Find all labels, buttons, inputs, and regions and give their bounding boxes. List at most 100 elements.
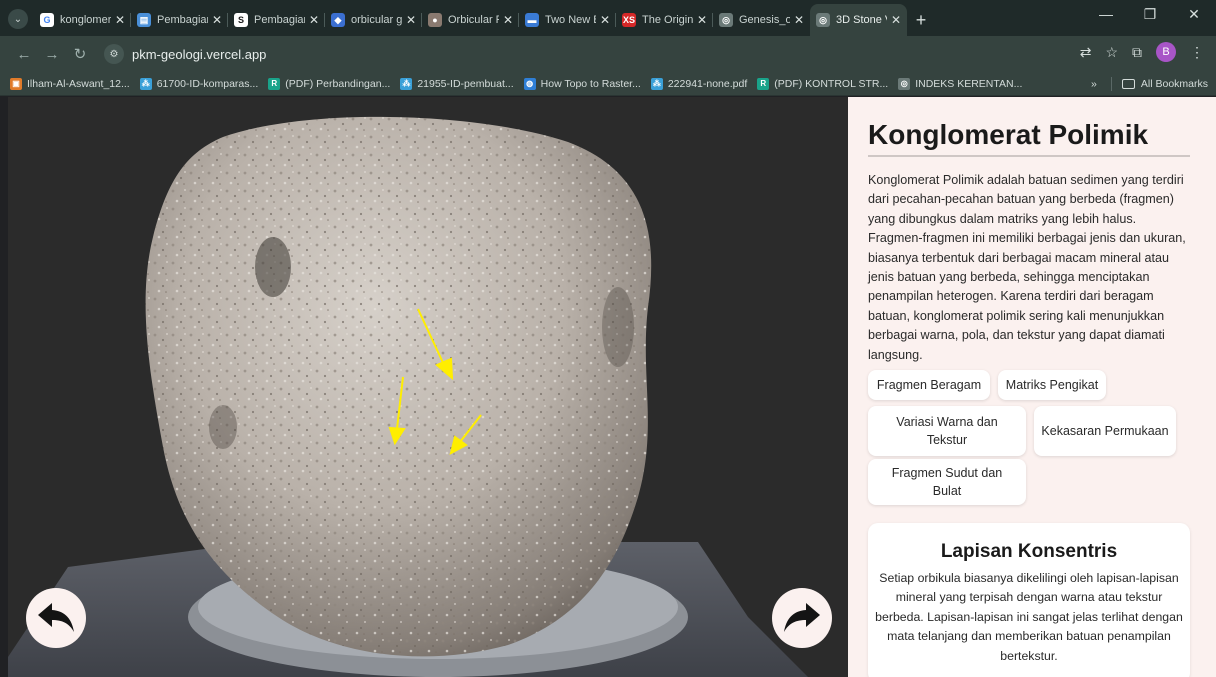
tab-favicon-icon: ▤ [137,13,151,27]
browser-tab[interactable]: Gkonglomerat ✕ [34,6,131,34]
tab-favicon-icon: XS [622,13,636,27]
tab-close-icon[interactable]: ✕ [891,13,901,27]
tab-close-icon[interactable]: ✕ [794,13,804,27]
tab-title: The Origin a [642,14,693,26]
tab-favicon-icon: ● [428,13,442,27]
tab-title: Pembagian K [254,14,305,26]
tab-close-icon[interactable]: ✕ [503,13,513,27]
tab-close-icon[interactable]: ✕ [406,13,416,27]
browser-tab[interactable]: XS The Origin a ✕ [616,6,713,34]
bookmark-item[interactable]: ▣ Ilham-Al-Aswant_12... [10,77,130,90]
browser-tab[interactable]: ▤ Pembagian K ✕ [131,6,228,34]
tab-close-icon[interactable]: ✕ [600,13,610,27]
tab-search-button[interactable]: ⌄ [8,9,28,29]
bookmark-label: Ilham-Al-Aswant_12... [27,77,130,90]
info-panel: Konglomerat Polimik Konglomerat Polimik … [848,97,1216,677]
tab-close-icon[interactable]: ✕ [697,13,707,27]
bookmarks-bar: ▣ Ilham-Al-Aswant_12... ⁂ 61700-ID-komparas… [0,72,1216,96]
close-window-button[interactable]: ✕ [1172,6,1216,23]
bookmark-label: INDEKS KERENTAN... [915,77,1023,90]
forward-icon[interactable]: → [38,46,66,63]
folder-icon [1121,79,1135,89]
bookmark-favicon-icon: ⁂ [139,77,152,90]
bookmark-label: 21955-ID-pembuat... [417,77,514,90]
new-tab-button[interactable]: + [907,6,935,34]
bookmark-favicon-icon: ⁂ [650,77,663,90]
tab-title: 3D Stone Vie [836,14,887,26]
browser-tab[interactable]: ◎ Genesis_of_o ✕ [713,6,810,34]
bookmark-label: How Topo to Raster... [540,77,641,90]
bookmark-label: (PDF) Perbandingan... [285,77,391,90]
chip-kekasaran-permukaan[interactable]: Kekasaran Permukaan [1034,406,1176,456]
bookmark-label: 61700-ID-komparas... [156,77,259,90]
tab-favicon-icon: ◎ [816,13,830,27]
divider [1110,77,1112,91]
browser-tab[interactable]: ▬ Two New Bo ✕ [519,6,616,34]
bookmark-favicon-icon: ◎ [898,77,911,90]
bookmark-favicon-icon: ◍ [523,77,536,90]
tab-title: Orbicular Ro [448,14,499,26]
title-divider [868,155,1190,157]
profile-avatar[interactable]: B [1156,42,1176,62]
browser-tab[interactable]: ◎ 3D Stone Vie ✕ [810,4,907,36]
redo-rotate-button[interactable] [772,588,832,648]
bookmark-favicon-icon: R [757,77,770,90]
menu-kebab-icon[interactable]: ⋮ [1190,44,1204,61]
browser-tab[interactable]: ◆ orbicular gra ✕ [325,6,422,34]
card-text: Setiap orbikula biasanya dikelilingi ole… [875,571,1183,663]
bookmark-item[interactable]: R (PDF) KONTROL STR... [757,77,888,90]
curved-arrow-left-icon [38,603,74,632]
browser-tab[interactable]: ● Orbicular Ro ✕ [422,6,519,34]
tab-list: Gkonglomerat✕▤Pembagian K✕SPembagian K✕◆… [34,4,935,36]
site-info-icon[interactable]: ⚙ [104,44,124,64]
tab-close-icon[interactable]: ✕ [115,13,125,27]
bookmark-item[interactable]: ◎ INDEKS KERENTAN... [898,77,1023,90]
tab-title: konglomerat [60,14,111,26]
tab-title: Genesis_of_o [739,14,790,26]
tab-favicon-icon: ▬ [525,13,539,27]
window-controls: — ❐ ✕ [1084,6,1216,23]
url-text[interactable]: pkm-geologi.vercel.app [132,47,266,62]
panel-title: Konglomerat Polimik [868,119,1149,150]
tab-favicon-icon: ◎ [719,13,733,27]
restore-button[interactable]: ❐ [1128,6,1172,23]
translate-icon[interactable]: ⇄ [1080,44,1092,61]
tab-close-icon[interactable]: ✕ [212,13,222,27]
bookmark-item[interactable]: ◍ How Topo to Raster... [523,77,641,90]
tab-close-icon[interactable]: ✕ [309,13,319,27]
chip-matriks-pengikat[interactable]: Matriks Pengikat [998,370,1106,400]
minimize-button[interactable]: — [1084,6,1128,23]
stone-3d-viewer[interactable] [8,97,848,677]
bookmark-favicon-icon: ▣ [10,77,22,90]
back-icon[interactable]: ← [10,46,38,63]
bookmark-star-icon[interactable]: ☆ [1105,44,1118,61]
stone-model-render[interactable] [8,97,848,677]
browser-tab[interactable]: S Pembagian K ✕ [228,6,325,34]
tab-favicon-icon: ◆ [331,13,345,27]
bookmark-item[interactable]: R (PDF) Perbandingan... [268,77,391,90]
info-card: Lapisan Konsentris Setiap orbikula biasa… [868,523,1190,677]
bookmark-label: 222941-none.pdf [667,77,748,90]
browser-tab-strip: ⌄ Gkonglomerat ✕ ▤ Pembagian K ✕ S Pembagian K… [0,0,1216,36]
tab-title: orbicular gra [351,14,402,26]
curved-arrow-right-icon [784,603,820,632]
bookmarks-right: » All Bookmarks [1091,77,1208,91]
chip-fragmen-sudut[interactable]: Fragmen Sudut dan Bulat [868,459,1026,505]
undo-rotate-button[interactable] [26,588,86,648]
extensions-icon[interactable]: ⧉ [1132,44,1142,61]
bookmark-item[interactable]: ⁂ 21955-ID-pembuat... [400,77,514,90]
all-bookmarks-link[interactable]: All Bookmarks [1141,78,1208,90]
tab-favicon-icon: S [234,13,248,27]
tab-title: Pembagian K [157,14,208,26]
panel-description: Konglomerat Polimik adalah batuan sedime… [868,173,1186,362]
toolbar-actions: ⇄ ☆ ⧉ B ⋮ [1080,42,1204,62]
bookmark-item[interactable]: ⁂ 222941-none.pdf [650,77,748,90]
address-bar[interactable]: ⚙ pkm-geologi.vercel.app [104,40,1104,68]
reload-icon[interactable]: ↻ [66,45,94,63]
chip-fragmen-beragam[interactable]: Fragmen Beragam [868,370,990,400]
bookmark-item[interactable]: ⁂ 61700-ID-komparas... [139,77,259,90]
chip-variasi-warna[interactable]: Variasi Warna dan Tekstur [868,406,1026,456]
card-title: Lapisan Konsentris [940,541,1118,562]
bookmarks-overflow-button[interactable]: » [1091,78,1097,90]
browser-toolbar: ← → ↻ ⚙ pkm-geologi.vercel.app ⇄ ☆ ⧉ B ⋮ [0,36,1216,72]
